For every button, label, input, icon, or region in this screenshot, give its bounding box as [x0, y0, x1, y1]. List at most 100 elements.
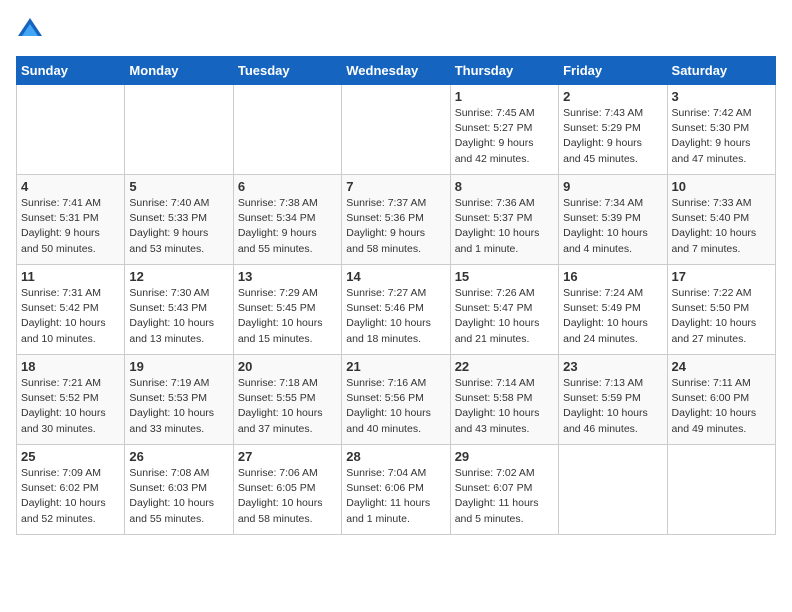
day-number: 10	[672, 179, 771, 194]
day-info: Sunrise: 7:38 AM Sunset: 5:34 PM Dayligh…	[238, 196, 337, 257]
day-info: Sunrise: 7:11 AM Sunset: 6:00 PM Dayligh…	[672, 376, 771, 437]
day-number: 23	[563, 359, 662, 374]
day-info: Sunrise: 7:41 AM Sunset: 5:31 PM Dayligh…	[21, 196, 120, 257]
calendar-cell: 29Sunrise: 7:02 AM Sunset: 6:07 PM Dayli…	[450, 445, 558, 535]
calendar-cell: 5Sunrise: 7:40 AM Sunset: 5:33 PM Daylig…	[125, 175, 233, 265]
weekday-header-saturday: Saturday	[667, 57, 775, 85]
day-info: Sunrise: 7:21 AM Sunset: 5:52 PM Dayligh…	[21, 376, 120, 437]
calendar-cell: 6 Sunrise: 7:38 AM Sunset: 5:34 PM Daylig…	[233, 175, 341, 265]
day-number: 22	[455, 359, 554, 374]
day-number: 26	[129, 449, 228, 464]
day-info: Sunrise: 7:02 AM Sunset: 6:07 PM Dayligh…	[455, 466, 554, 527]
day-number: 1	[455, 89, 554, 104]
day-number: 12	[129, 269, 228, 284]
calendar-cell: 18 Sunrise: 7:21 AM Sunset: 5:52 PM Dayli…	[17, 355, 125, 445]
day-info: Sunrise: 7:06 AM Sunset: 6:05 PM Dayligh…	[238, 466, 337, 527]
calendar-cell: 15 Sunrise: 7:26 AM Sunset: 5:47 PM Dayli…	[450, 265, 558, 355]
day-info: Sunrise: 7:30 AM Sunset: 5:43 PM Dayligh…	[129, 286, 228, 347]
day-number: 3	[672, 89, 771, 104]
calendar-cell: 11 Sunrise: 7:31 AM Sunset: 5:42 PM Dayli…	[17, 265, 125, 355]
day-info: Sunrise: 7:43 AM Sunset: 5:29 PM Dayligh…	[563, 106, 662, 167]
day-info: Sunrise: 7:26 AM Sunset: 5:47 PM Dayligh…	[455, 286, 554, 347]
logo	[16, 16, 48, 44]
day-number: 14	[346, 269, 445, 284]
calendar-cell: 7 Sunrise: 7:37 AM Sunset: 5:36 PM Daylig…	[342, 175, 450, 265]
day-info: Sunrise: 7:24 AM Sunset: 5:49 PM Dayligh…	[563, 286, 662, 347]
day-number: 24	[672, 359, 771, 374]
day-number: 18	[21, 359, 120, 374]
calendar-cell: 14Sunrise: 7:27 AM Sunset: 5:46 PM Dayli…	[342, 265, 450, 355]
calendar-cell: 27 Sunrise: 7:06 AM Sunset: 6:05 PM Dayli…	[233, 445, 341, 535]
calendar-cell: 12 Sunrise: 7:30 AM Sunset: 5:43 PM Dayli…	[125, 265, 233, 355]
calendar-cell: 17 Sunrise: 7:22 AM Sunset: 5:50 PM Dayli…	[667, 265, 775, 355]
day-info: Sunrise: 7:13 AM Sunset: 5:59 PM Dayligh…	[563, 376, 662, 437]
day-number: 20	[238, 359, 337, 374]
weekday-header-tuesday: Tuesday	[233, 57, 341, 85]
page-header	[16, 16, 776, 44]
calendar-cell	[233, 85, 341, 175]
day-info: Sunrise: 7:18 AM Sunset: 5:55 PM Dayligh…	[238, 376, 337, 437]
day-number: 27	[238, 449, 337, 464]
day-number: 7	[346, 179, 445, 194]
calendar-cell	[667, 445, 775, 535]
day-number: 21	[346, 359, 445, 374]
calendar-cell	[125, 85, 233, 175]
weekday-header-monday: Monday	[125, 57, 233, 85]
calendar-cell: 3 Sunrise: 7:42 AM Sunset: 5:30 PM Daylig…	[667, 85, 775, 175]
day-info: Sunrise: 7:22 AM Sunset: 5:50 PM Dayligh…	[672, 286, 771, 347]
calendar-cell: 16Sunrise: 7:24 AM Sunset: 5:49 PM Dayli…	[559, 265, 667, 355]
day-info: Sunrise: 7:09 AM Sunset: 6:02 PM Dayligh…	[21, 466, 120, 527]
day-info: Sunrise: 7:29 AM Sunset: 5:45 PM Dayligh…	[238, 286, 337, 347]
weekday-header-thursday: Thursday	[450, 57, 558, 85]
calendar-cell: 13 Sunrise: 7:29 AM Sunset: 5:45 PM Dayli…	[233, 265, 341, 355]
calendar-cell: 20 Sunrise: 7:18 AM Sunset: 5:55 PM Dayli…	[233, 355, 341, 445]
calendar-cell: 19 Sunrise: 7:19 AM Sunset: 5:53 PM Dayli…	[125, 355, 233, 445]
day-info: Sunrise: 7:37 AM Sunset: 5:36 PM Dayligh…	[346, 196, 445, 257]
weekday-header-friday: Friday	[559, 57, 667, 85]
calendar-cell: 10 Sunrise: 7:33 AM Sunset: 5:40 PM Dayli…	[667, 175, 775, 265]
day-info: Sunrise: 7:42 AM Sunset: 5:30 PM Dayligh…	[672, 106, 771, 167]
day-number: 19	[129, 359, 228, 374]
day-number: 2	[563, 89, 662, 104]
calendar-table: SundayMondayTuesdayWednesdayThursdayFrid…	[16, 56, 776, 535]
calendar-cell: 1 Sunrise: 7:45 AM Sunset: 5:27 PM Daylig…	[450, 85, 558, 175]
logo-icon	[16, 16, 44, 44]
day-info: Sunrise: 7:36 AM Sunset: 5:37 PM Dayligh…	[455, 196, 554, 257]
calendar-cell: 2 Sunrise: 7:43 AM Sunset: 5:29 PM Daylig…	[559, 85, 667, 175]
calendar-cell	[559, 445, 667, 535]
day-number: 15	[455, 269, 554, 284]
weekday-header-sunday: Sunday	[17, 57, 125, 85]
day-number: 25	[21, 449, 120, 464]
weekday-header-wednesday: Wednesday	[342, 57, 450, 85]
calendar-cell: 8Sunrise: 7:36 AM Sunset: 5:37 PM Daylig…	[450, 175, 558, 265]
day-info: Sunrise: 7:34 AM Sunset: 5:39 PM Dayligh…	[563, 196, 662, 257]
calendar-week-row: 25 Sunrise: 7:09 AM Sunset: 6:02 PM Dayli…	[17, 445, 776, 535]
day-info: Sunrise: 7:31 AM Sunset: 5:42 PM Dayligh…	[21, 286, 120, 347]
day-number: 5	[129, 179, 228, 194]
day-number: 17	[672, 269, 771, 284]
day-info: Sunrise: 7:04 AM Sunset: 6:06 PM Dayligh…	[346, 466, 445, 527]
day-number: 4	[21, 179, 120, 194]
calendar-cell: 21 Sunrise: 7:16 AM Sunset: 5:56 PM Dayli…	[342, 355, 450, 445]
day-number: 6	[238, 179, 337, 194]
calendar-cell: 28 Sunrise: 7:04 AM Sunset: 6:06 PM Dayli…	[342, 445, 450, 535]
day-number: 11	[21, 269, 120, 284]
weekday-header-row: SundayMondayTuesdayWednesdayThursdayFrid…	[17, 57, 776, 85]
day-info: Sunrise: 7:45 AM Sunset: 5:27 PM Dayligh…	[455, 106, 554, 167]
calendar-cell: 9 Sunrise: 7:34 AM Sunset: 5:39 PM Daylig…	[559, 175, 667, 265]
day-info: Sunrise: 7:08 AM Sunset: 6:03 PM Dayligh…	[129, 466, 228, 527]
calendar-cell: 24 Sunrise: 7:11 AM Sunset: 6:00 PM Dayli…	[667, 355, 775, 445]
calendar-week-row: 1 Sunrise: 7:45 AM Sunset: 5:27 PM Daylig…	[17, 85, 776, 175]
day-info: Sunrise: 7:14 AM Sunset: 5:58 PM Dayligh…	[455, 376, 554, 437]
calendar-week-row: 4 Sunrise: 7:41 AM Sunset: 5:31 PM Daylig…	[17, 175, 776, 265]
calendar-cell	[342, 85, 450, 175]
day-info: Sunrise: 7:33 AM Sunset: 5:40 PM Dayligh…	[672, 196, 771, 257]
calendar-cell: 4 Sunrise: 7:41 AM Sunset: 5:31 PM Daylig…	[17, 175, 125, 265]
calendar-cell	[17, 85, 125, 175]
day-number: 28	[346, 449, 445, 464]
day-number: 13	[238, 269, 337, 284]
day-info: Sunrise: 7:19 AM Sunset: 5:53 PM Dayligh…	[129, 376, 228, 437]
day-info: Sunrise: 7:16 AM Sunset: 5:56 PM Dayligh…	[346, 376, 445, 437]
day-number: 9	[563, 179, 662, 194]
calendar-week-row: 18 Sunrise: 7:21 AM Sunset: 5:52 PM Dayli…	[17, 355, 776, 445]
